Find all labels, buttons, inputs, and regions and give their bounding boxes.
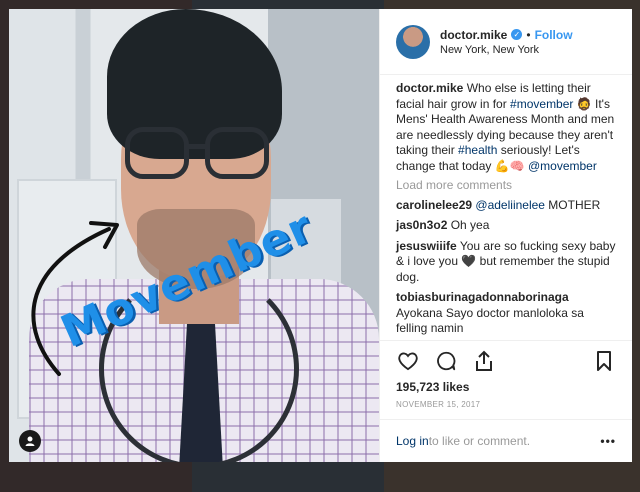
mention-link[interactable]: @adeliinelee bbox=[475, 198, 545, 212]
share-icon[interactable] bbox=[472, 349, 496, 373]
post-modal: Movember doctor.mike ✓ • Follow New York… bbox=[9, 9, 632, 462]
avatar[interactable] bbox=[396, 24, 430, 59]
post-photo[interactable]: Movember bbox=[9, 9, 379, 462]
user-tag-icon[interactable] bbox=[19, 430, 41, 452]
post-header: doctor.mike ✓ • Follow New York, New Yor… bbox=[380, 9, 632, 75]
load-more-comments-button[interactable]: Load more comments bbox=[396, 178, 616, 194]
comment: jesuswiiife You are so fucking sexy baby… bbox=[396, 238, 616, 284]
login-link[interactable]: Log in bbox=[396, 434, 429, 448]
comment-username[interactable]: carolinelee29 bbox=[396, 198, 472, 212]
follow-button[interactable]: Follow bbox=[535, 28, 573, 42]
caption-username[interactable]: doctor.mike bbox=[396, 81, 463, 95]
comment: tobiasburinagadonnaborinaga Ayokana Sayo… bbox=[396, 290, 584, 335]
verified-icon: ✓ bbox=[511, 29, 523, 40]
hashtag-link[interactable]: #movember bbox=[510, 97, 573, 111]
bookmark-icon[interactable] bbox=[592, 349, 616, 373]
more-options-button[interactable]: ••• bbox=[600, 434, 616, 448]
comment-username[interactable]: jas0n3o2 bbox=[396, 218, 447, 232]
comment: jas0n3o2 Oh yea bbox=[396, 218, 490, 232]
comments-section: doctor.mike Who else is letting their fa… bbox=[380, 75, 632, 340]
comment-username[interactable]: tobiasburinagadonnaborinaga bbox=[396, 290, 569, 304]
caption: doctor.mike Who else is letting their fa… bbox=[396, 81, 615, 173]
hashtag-link[interactable]: #health bbox=[458, 143, 497, 157]
post-date: NOVEMBER 15, 2017 bbox=[380, 394, 632, 420]
post-details-panel: doctor.mike ✓ • Follow New York, New Yor… bbox=[379, 9, 632, 462]
comment-username[interactable]: jesuswiiife bbox=[396, 239, 457, 253]
comment: carolinelee29 @adeliinelee MOTHER bbox=[396, 197, 601, 212]
mention-link[interactable]: @movember bbox=[528, 159, 597, 173]
comment-icon[interactable] bbox=[434, 349, 458, 373]
header-username[interactable]: doctor.mike bbox=[440, 28, 507, 42]
separator-dot: • bbox=[526, 27, 531, 42]
like-count[interactable]: 195,723 likes bbox=[380, 380, 632, 394]
heart-icon[interactable] bbox=[396, 349, 420, 373]
location-link[interactable]: New York, New York bbox=[440, 44, 573, 56]
login-row: Log in to like or comment. ••• bbox=[380, 420, 632, 462]
action-bar bbox=[380, 340, 632, 380]
login-prompt: to like or comment. bbox=[428, 434, 531, 448]
